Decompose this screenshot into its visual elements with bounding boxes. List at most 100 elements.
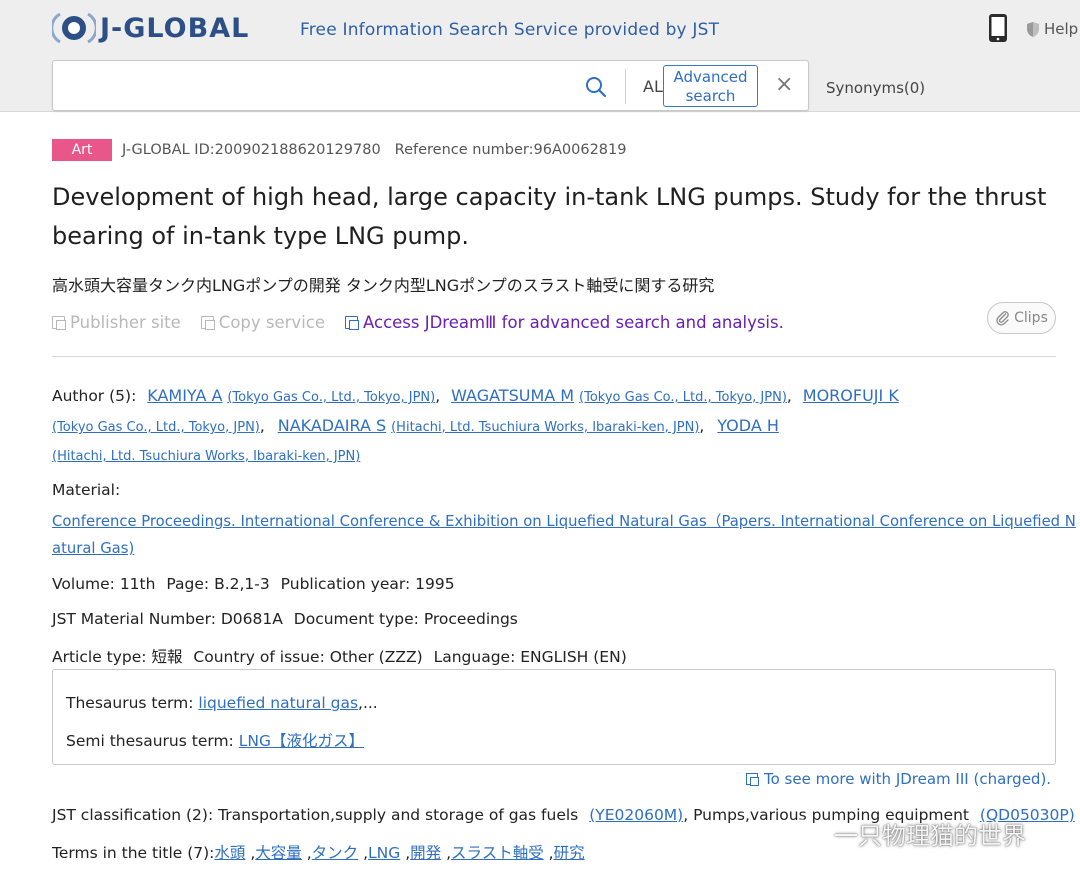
volume-label: Volume:	[52, 575, 115, 593]
author-name[interactable]: NAKADAIRA S	[278, 416, 386, 435]
thesaurus-row: Thesaurus term: liquefied natural gas,..…	[66, 694, 378, 712]
term-link[interactable]: タンク	[312, 844, 359, 862]
jdream-more-link[interactable]: To see more with JDream III (charged).	[746, 770, 1051, 788]
thesaurus-box: Thesaurus term: liquefied natural gas,..…	[52, 669, 1056, 765]
author-affiliation[interactable]: (Hitachi, Ltd. Tsuchiura Works, Ibaraki-…	[391, 420, 699, 435]
material-link[interactable]: Conference Proceedings. International Co…	[52, 513, 1076, 530]
author-affiliation[interactable]: (Tokyo Gas Co., Ltd., Tokyo, JPN)	[52, 420, 260, 435]
help-label: Help	[1044, 20, 1079, 38]
year-value: 1995	[415, 575, 455, 593]
jdream-more-label: To see more with JDream III (charged).	[764, 770, 1052, 788]
page-title: Development of high head, large capacity…	[52, 183, 1047, 250]
clips-label: Clips	[1014, 310, 1048, 326]
semi-thesaurus-label: Semi thesaurus term:	[66, 732, 234, 750]
article-type-badge: Art	[52, 139, 112, 161]
logo-text: J-GLOBAL	[100, 12, 250, 44]
section-divider	[52, 356, 1056, 357]
search-divider	[625, 69, 626, 104]
jst-material-row: JST Material Number: D0681A Document typ…	[52, 610, 518, 628]
doctype-label: Document type:	[293, 610, 419, 628]
author-affiliation[interactable]: (Tokyo Gas Co., Ltd., Tokyo, JPN)	[227, 390, 435, 405]
thesaurus-ellipsis: ,...	[358, 694, 378, 712]
jst-material-label: JST Material Number:	[52, 610, 216, 628]
paperclip-icon	[996, 311, 1009, 326]
doctype-value: Proceedings	[423, 610, 518, 628]
close-icon[interactable]: ×	[775, 74, 793, 96]
year-label: Publication year:	[280, 575, 411, 593]
semi-thesaurus-row: Semi thesaurus term: LNG【液化ガス】	[66, 729, 364, 751]
volume-row: Volume: 11th Page: B.2,1-3 Publication y…	[52, 575, 455, 593]
author-name[interactable]: YODA H	[717, 416, 779, 435]
term-link[interactable]: 大容量	[255, 844, 302, 862]
term-link[interactable]: LNG	[368, 844, 400, 862]
help-link[interactable]: Help	[1026, 20, 1078, 38]
term-link[interactable]: スラスト軸受	[451, 844, 544, 862]
language-value: ENGLISH (EN)	[520, 648, 627, 666]
authors-row-3: (Hitachi, Ltd. Tsuchiura Works, Ibaraki-…	[52, 446, 360, 464]
author-name[interactable]: WAGATSUMA M	[451, 386, 574, 405]
term-link[interactable]: 水頭	[214, 844, 245, 862]
term-link[interactable]: 開発	[410, 844, 441, 862]
article-type-value: 短報	[151, 648, 183, 666]
advanced-label-line2: search	[685, 87, 736, 105]
copy-service-link[interactable]: Copy service	[200, 313, 325, 332]
author-affiliation[interactable]: (Tokyo Gas Co., Ltd., Tokyo, JPN)	[579, 390, 787, 405]
jglobal-logo[interactable]: J-GLOBAL	[52, 10, 249, 46]
external-link-icon	[52, 316, 66, 330]
terms-label: Terms in the title (7):	[52, 844, 215, 862]
reference-number: Reference number:96A0062819	[394, 142, 627, 158]
terms-row: Terms in the title (7):水頭 ,大容量 ,タンク ,LNG…	[52, 844, 585, 862]
jglobal-id: J-GLOBAL ID:200902188620129780	[122, 142, 381, 158]
japanese-title: 高水頭大容量タンク内LNGポンプの開発 タンク内型LNGポンプのスラスト軸受に関…	[52, 276, 715, 295]
synonyms-link[interactable]: Synonyms(0)	[826, 79, 925, 97]
volume-value: 11th	[119, 575, 156, 593]
advanced-label-line1: Advanced	[673, 68, 748, 86]
record-meta: Art J-GLOBAL ID:200902188620129780 Refer…	[52, 139, 626, 161]
search-bar: ALL Advanced search ×	[52, 60, 809, 111]
wechat-icon	[786, 818, 825, 848]
clips-button[interactable]: Clips	[987, 302, 1056, 334]
page-label: Page:	[166, 575, 210, 593]
classification-label: JST classification (2):	[52, 806, 214, 824]
logo-mark-icon	[52, 12, 96, 44]
advanced-search-button[interactable]: Advanced search	[663, 65, 758, 107]
term-link[interactable]: 研究	[554, 844, 585, 862]
jst-material-value: D0681A	[220, 610, 283, 628]
page-value: B.2,1-3	[214, 575, 270, 593]
material-label: Material:	[52, 481, 121, 499]
author-name[interactable]: MOROFUJI K	[803, 386, 899, 405]
action-links: Publisher site Copy service Access JDrea…	[52, 313, 804, 332]
classification-code-link[interactable]: (YE02060M)	[589, 806, 683, 824]
site-tagline: Free Information Search Service provided…	[300, 20, 720, 40]
authors-label: Author (5):	[52, 387, 137, 405]
external-link-icon	[746, 773, 759, 786]
publisher-site-label: Publisher site	[70, 313, 181, 332]
article-type-label: Article type:	[52, 648, 147, 666]
country-label: Country of issue:	[193, 648, 325, 666]
external-link-icon	[345, 316, 359, 330]
material-line2: atural Gas)	[52, 540, 134, 557]
article-type-row: Article type: 短報 Country of issue: Other…	[52, 645, 627, 667]
wechat-watermark: 一只物理猫的世界	[786, 816, 1026, 851]
search-icon[interactable]	[585, 76, 607, 98]
jdream-access-label: Access JDreamⅢ for advanced search and a…	[363, 313, 784, 332]
thesaurus-term-link[interactable]: liquefied natural gas	[198, 694, 358, 712]
jdream-access-link[interactable]: Access JDreamⅢ for advanced search and a…	[345, 313, 784, 332]
search-input[interactable]	[61, 67, 521, 105]
material-link[interactable]: atural Gas)	[52, 540, 134, 557]
material-line1: Conference Proceedings. International Co…	[52, 510, 1076, 531]
country-value: Other (ZZZ)	[329, 648, 423, 666]
thesaurus-label: Thesaurus term:	[66, 694, 194, 712]
smartphone-icon[interactable]	[988, 13, 1008, 43]
author-affiliation[interactable]: (Hitachi, Ltd. Tsuchiura Works, Ibaraki-…	[52, 449, 360, 464]
semi-thesaurus-term-link[interactable]: LNG【液化ガス】	[239, 732, 364, 750]
author-name[interactable]: KAMIYA A	[147, 386, 222, 405]
authors-row-1: Author (5): KAMIYA A (Tokyo Gas Co., Ltd…	[52, 386, 899, 405]
site-header: J-GLOBAL Free Information Search Service…	[0, 0, 1080, 112]
classification-item: Transportation,supply and storage of gas…	[218, 806, 579, 824]
authors-row-2: (Tokyo Gas Co., Ltd., Tokyo, JPN), NAKAD…	[52, 416, 779, 435]
watermark-text: 一只物理猫的世界	[834, 822, 1026, 850]
publisher-site-link[interactable]: Publisher site	[52, 313, 181, 332]
language-label: Language:	[433, 648, 516, 666]
external-link-icon	[200, 316, 215, 330]
